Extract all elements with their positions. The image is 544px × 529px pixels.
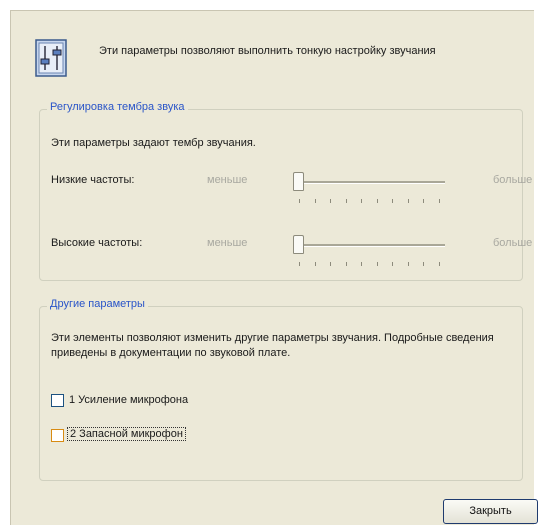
other-group-title: Другие параметры	[47, 298, 148, 310]
slider-tick	[330, 199, 332, 203]
tone-group: Регулировка тембра звука	[39, 101, 523, 281]
header-description: Эти параметры позволяют выполнить тонкую…	[99, 45, 436, 57]
treble-slider-ticks	[299, 262, 440, 267]
slider-tick	[392, 262, 394, 266]
bass-label: Низкие частоты:	[51, 174, 135, 186]
slider-tick	[330, 262, 332, 266]
bass-slider-thumb[interactable]	[293, 172, 304, 191]
slider-tick	[439, 262, 440, 266]
alt-mic-label-wrap[interactable]: 2 Запасной микрофон	[67, 427, 186, 441]
mic-boost-checkbox[interactable]	[51, 394, 64, 407]
sound-settings-icon	[35, 39, 69, 79]
slider-tick	[345, 262, 347, 266]
slider-tick	[299, 262, 300, 266]
slider-tick	[361, 262, 363, 266]
tone-description: Эти параметры задают тембр звучания.	[51, 137, 256, 149]
slider-tick	[376, 262, 378, 266]
alt-mic-checkbox[interactable]	[51, 429, 64, 442]
treble-max-label: больше	[493, 237, 533, 249]
slider-tick	[407, 262, 409, 266]
bass-min-label: меньше	[207, 174, 248, 186]
mic-boost-label[interactable]: 1 Усиление микрофона	[69, 394, 188, 406]
slider-tick	[407, 199, 409, 203]
alt-mic-label[interactable]: 2 Запасной микрофон	[67, 427, 186, 441]
slider-tick	[314, 262, 316, 266]
treble-slider-track[interactable]	[293, 244, 445, 247]
slider-tick	[423, 262, 425, 266]
advanced-audio-dialog: Эти параметры позволяют выполнить тонкую…	[10, 10, 538, 525]
close-button[interactable]: Закрыть	[443, 499, 538, 524]
slider-tick	[299, 199, 300, 203]
slider-tick	[392, 199, 394, 203]
slider-tick	[376, 199, 378, 203]
tone-group-title: Регулировка тембра звука	[47, 101, 188, 113]
treble-label: Высокие частоты:	[51, 237, 143, 249]
slider-tick	[314, 199, 316, 203]
treble-slider-thumb[interactable]	[293, 235, 304, 254]
bass-slider-track[interactable]	[293, 181, 445, 184]
treble-min-label: меньше	[207, 237, 248, 249]
slider-tick	[361, 199, 363, 203]
bass-max-label: больше	[493, 174, 533, 186]
slider-tick	[345, 199, 347, 203]
bass-slider-ticks	[299, 199, 440, 204]
slider-tick	[423, 199, 425, 203]
slider-tick	[439, 199, 440, 203]
other-description: Эти элементы позволяют изменить другие п…	[51, 332, 494, 359]
